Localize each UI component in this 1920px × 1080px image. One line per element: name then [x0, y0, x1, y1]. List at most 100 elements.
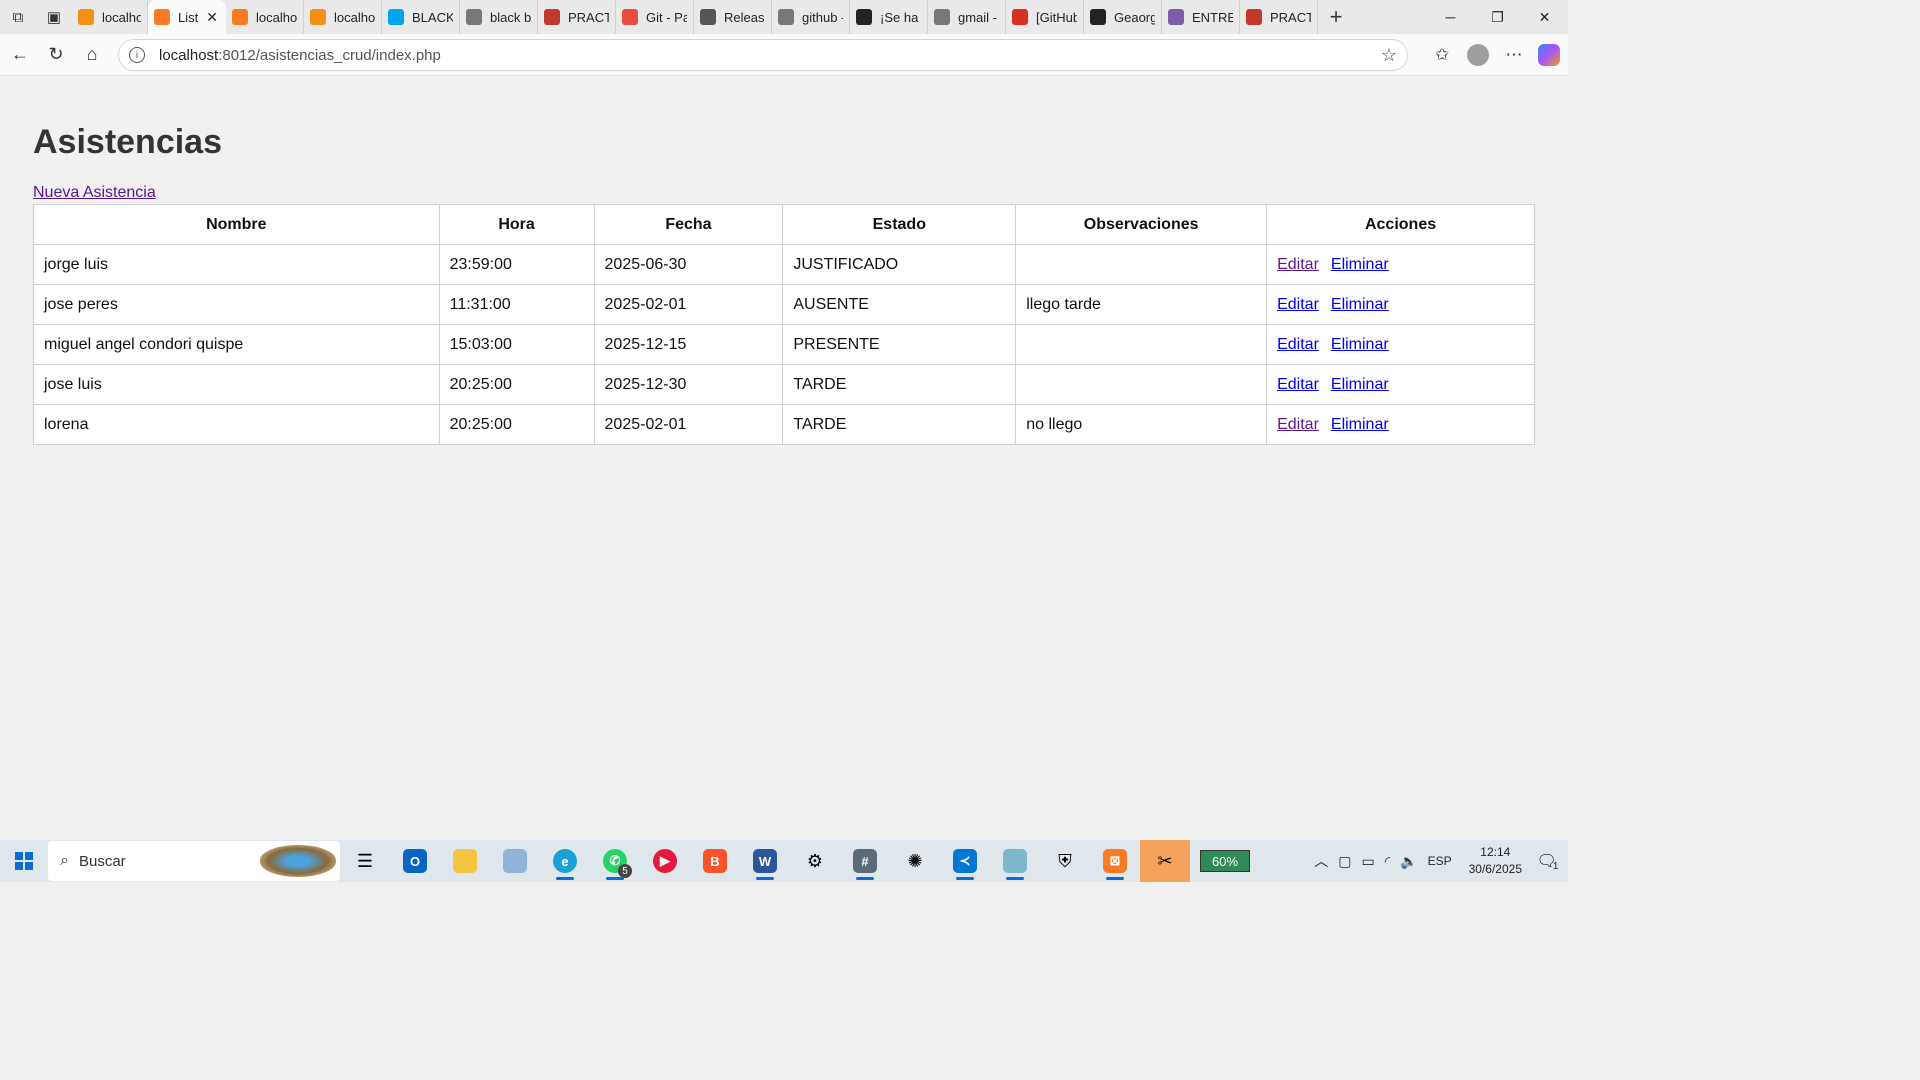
- tab-label: PRACTIC: [1270, 9, 1311, 25]
- edit-link[interactable]: Editar: [1277, 416, 1319, 433]
- browser-tab[interactable]: localhos: [304, 0, 382, 34]
- language-indicator[interactable]: ESP: [1428, 854, 1452, 868]
- profile-avatar[interactable]: [1467, 44, 1489, 66]
- whatsapp-icon[interactable]: ✆ 5: [590, 840, 640, 882]
- copilot-icon[interactable]: [1538, 44, 1560, 66]
- tab-actions-icon[interactable]: ▣: [36, 0, 72, 34]
- browser-tab[interactable]: PRACTIC: [1240, 0, 1318, 34]
- tab-label: gmail -: [958, 9, 998, 25]
- browser-tab[interactable]: ¡Se ha e: [850, 0, 928, 34]
- xampp-icon[interactable]: ⊠: [1090, 840, 1140, 882]
- cell-acciones: Editar Eliminar: [1266, 284, 1535, 325]
- cell-observaciones: [1015, 364, 1268, 405]
- browser-tab[interactable]: Release: [694, 0, 772, 34]
- media-player-icon[interactable]: ▶: [640, 840, 690, 882]
- new-asistencia-link[interactable]: Nueva Asistencia: [33, 184, 156, 202]
- cell-fecha: 2025-02-01: [593, 404, 784, 445]
- edit-link[interactable]: Editar: [1277, 256, 1319, 273]
- edit-link[interactable]: Editar: [1277, 336, 1319, 353]
- file-explorer-icon[interactable]: [440, 840, 490, 882]
- window-controls: ─ ❐ ✕: [1427, 0, 1568, 34]
- minimize-icon[interactable]: ─: [1427, 0, 1474, 34]
- refresh-icon[interactable]: ↻: [38, 37, 74, 73]
- notification-count: 1: [1552, 860, 1559, 872]
- back-icon[interactable]: ←: [2, 37, 38, 73]
- taskbar-search-box[interactable]: ⌕ Buscar: [48, 841, 340, 881]
- cell-estado: PRESENTE: [782, 324, 1017, 365]
- settings-icon[interactable]: ⚙: [790, 840, 840, 882]
- edit-link[interactable]: Editar: [1277, 296, 1319, 313]
- taskbar-search-placeholder: Buscar: [78, 852, 126, 870]
- edge-icon[interactable]: e: [540, 840, 590, 882]
- clock[interactable]: 12:14 30/6/2025: [1469, 844, 1522, 878]
- browser-tab[interactable]: BLACKB: [382, 0, 460, 34]
- cell-hora: 15:03:00: [438, 324, 595, 365]
- network-adapter-icon[interactable]: ▢: [1338, 853, 1351, 870]
- browser-tab[interactable]: gmail -: [928, 0, 1006, 34]
- cell-hora: 23:59:00: [438, 244, 595, 285]
- wifi-icon[interactable]: ◜: [1385, 853, 1390, 870]
- favorite-star-icon[interactable]: ☆: [1381, 45, 1397, 66]
- cell-acciones: Editar Eliminar: [1266, 364, 1535, 405]
- asistencias-table: Nombre Hora Fecha Estado Observaciones A…: [33, 204, 1535, 445]
- calculator-icon[interactable]: #: [840, 840, 890, 882]
- url-text[interactable]: localhost:8012/asistencias_crud/index.ph…: [159, 47, 441, 64]
- workspaces-icon[interactable]: ⧉: [0, 0, 36, 34]
- notifications-icon[interactable]: 🗨 1: [1532, 840, 1568, 882]
- github-icon: [1090, 9, 1106, 25]
- battery-status-icon[interactable]: ▭: [1362, 853, 1375, 870]
- chatgpt-icon[interactable]: ✺: [890, 840, 940, 882]
- browser-tab[interactable]: Geaorge: [1084, 0, 1162, 34]
- vscode-icon[interactable]: ≺: [940, 840, 990, 882]
- delete-link[interactable]: Eliminar: [1331, 256, 1389, 273]
- task-view-icon[interactable]: ☰: [340, 840, 390, 882]
- photos-icon[interactable]: [490, 840, 540, 882]
- column-header-observaciones: Observaciones: [1015, 204, 1268, 245]
- pdf-icon: [1246, 9, 1262, 25]
- browser-tab[interactable]: ENTREG: [1162, 0, 1240, 34]
- start-button[interactable]: [0, 840, 48, 882]
- search-icon: [466, 9, 482, 25]
- brave-icon[interactable]: B: [690, 840, 740, 882]
- close-window-icon[interactable]: ✕: [1521, 0, 1568, 34]
- delete-link[interactable]: Eliminar: [1331, 416, 1389, 433]
- xampp-icon: [154, 9, 170, 25]
- tab-label: Release: [724, 9, 765, 25]
- browser-tab[interactable]: PRACTIC: [538, 0, 616, 34]
- address-bar[interactable]: i localhost:8012/asistencias_crud/index.…: [118, 39, 1408, 71]
- new-tab-button[interactable]: +: [1318, 0, 1354, 34]
- delete-link[interactable]: Eliminar: [1331, 336, 1389, 353]
- volume-icon[interactable]: 🔈: [1400, 853, 1417, 870]
- security-shield-icon[interactable]: ⛨: [1040, 840, 1090, 882]
- browser-tab[interactable]: [GitHub: [1006, 0, 1084, 34]
- more-menu-icon[interactable]: ⋯: [1496, 37, 1532, 73]
- browser-tab[interactable]: Git - Pa: [616, 0, 694, 34]
- browser-tab[interactable]: List ✕: [148, 0, 226, 34]
- browser-tab[interactable]: black bo: [460, 0, 538, 34]
- close-tab-icon[interactable]: ✕: [206, 9, 218, 26]
- browser-tab[interactable]: localhos: [226, 0, 304, 34]
- home-icon[interactable]: ⌂: [74, 37, 110, 73]
- tab-label: localhos: [334, 9, 375, 25]
- notes-icon[interactable]: [990, 840, 1040, 882]
- table-header-row: Nombre Hora Fecha Estado Observaciones A…: [33, 204, 1535, 245]
- favorites-icon[interactable]: ✩: [1424, 37, 1460, 73]
- cell-nombre: jorge luis: [33, 244, 440, 285]
- git-icon: [622, 9, 638, 25]
- search-highlight-image[interactable]: [260, 845, 336, 877]
- forms-icon: [1168, 9, 1184, 25]
- cell-observaciones: [1015, 324, 1268, 365]
- cell-estado: TARDE: [782, 364, 1017, 405]
- restore-icon[interactable]: ❐: [1474, 0, 1521, 34]
- delete-link[interactable]: Eliminar: [1331, 296, 1389, 313]
- battery-indicator[interactable]: 60%: [1200, 850, 1250, 872]
- browser-tab[interactable]: localhos: [72, 0, 148, 34]
- show-hidden-icons[interactable]: ︿: [1314, 851, 1328, 871]
- outlook-icon[interactable]: O: [390, 840, 440, 882]
- snipping-tool-icon[interactable]: ✂: [1140, 840, 1190, 882]
- site-info-icon[interactable]: i: [129, 47, 145, 63]
- delete-link[interactable]: Eliminar: [1331, 376, 1389, 393]
- browser-tab[interactable]: github -: [772, 0, 850, 34]
- edit-link[interactable]: Editar: [1277, 376, 1319, 393]
- word-icon[interactable]: W: [740, 840, 790, 882]
